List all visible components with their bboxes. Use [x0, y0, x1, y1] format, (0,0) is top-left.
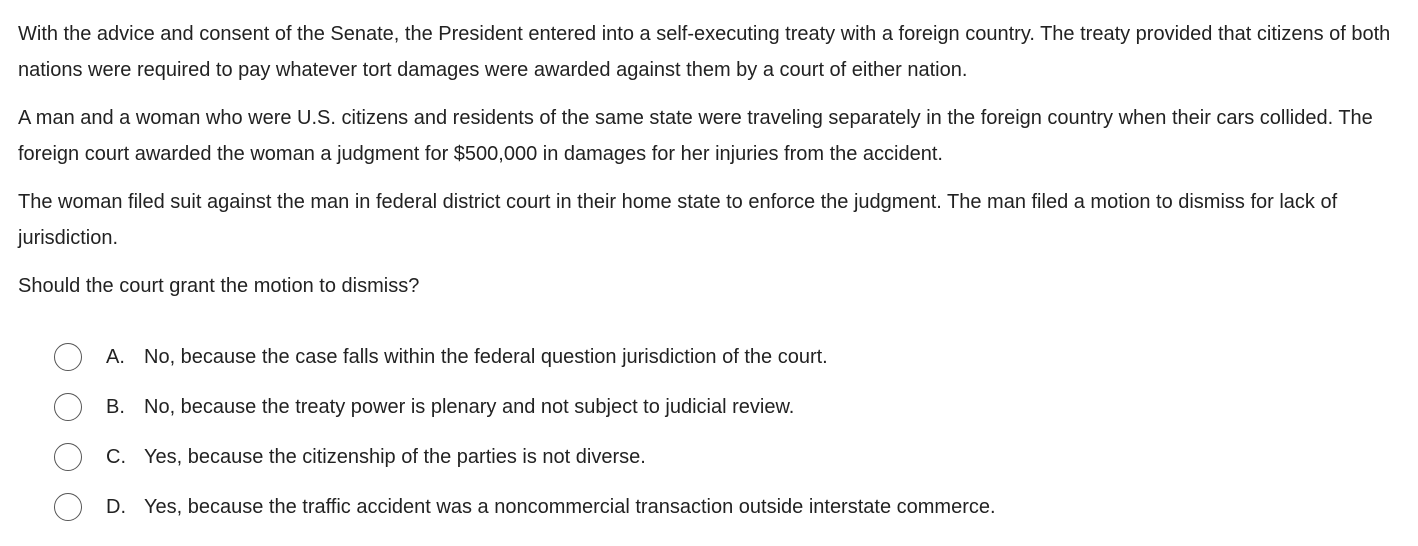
- choice-a[interactable]: A. No, because the case falls within the…: [54, 332, 1354, 382]
- choice-c[interactable]: C. Yes, because the citizenship of the p…: [54, 432, 1354, 482]
- choice-text-b: No, because the treaty power is plenary …: [144, 395, 795, 418]
- choice-text-c: Yes, because the citizenship of the part…: [144, 445, 646, 468]
- choice-letter-b: B.: [106, 395, 125, 418]
- choice-letter-c: C.: [106, 445, 126, 468]
- question-paragraph-1: With the advice and consent of the Senat…: [18, 23, 1391, 81]
- choice-d[interactable]: D. Yes, because the traffic accident was…: [54, 482, 1354, 532]
- radio-button-b[interactable]: [54, 393, 82, 421]
- choice-letter-d: D.: [106, 495, 126, 518]
- question-paragraph-2: A man and a woman who were U.S. citizens…: [18, 107, 1373, 165]
- choice-text-a: No, because the case falls within the fe…: [144, 345, 828, 368]
- answer-choices: A. No, because the case falls within the…: [54, 332, 1354, 532]
- choice-text-d: Yes, because the traffic accident was a …: [144, 495, 996, 518]
- question-prompt: Should the court grant the motion to dis…: [18, 275, 420, 297]
- question-stem: With the advice and consent of the Senat…: [18, 16, 1410, 316]
- radio-button-d[interactable]: [54, 493, 82, 521]
- choice-letter-a: A.: [106, 345, 125, 368]
- choice-b[interactable]: B. No, because the treaty power is plena…: [54, 382, 1354, 432]
- question-paragraph-3: The woman filed suit against the man in …: [18, 191, 1338, 249]
- radio-button-a[interactable]: [54, 343, 82, 371]
- radio-button-c[interactable]: [54, 443, 82, 471]
